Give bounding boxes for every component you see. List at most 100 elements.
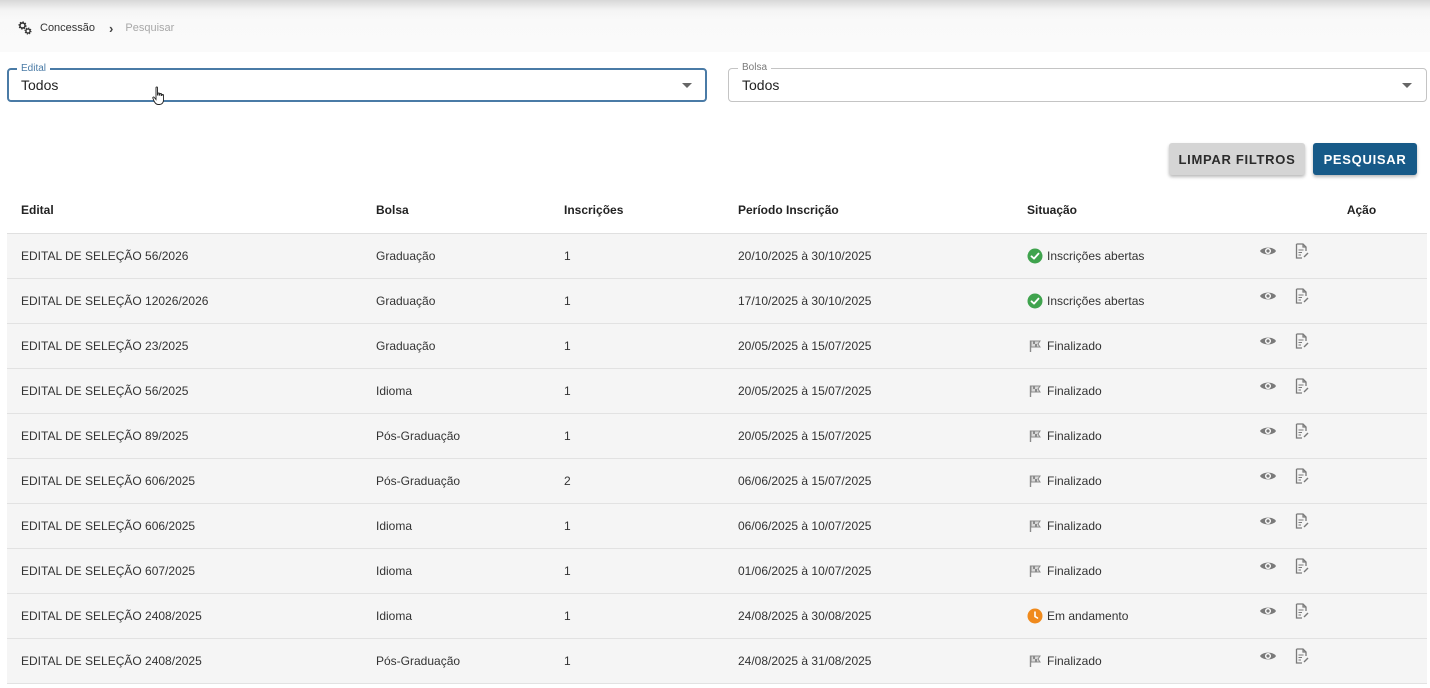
edit-document-icon[interactable] <box>1295 558 1309 574</box>
cell-situacao: Finalizado <box>1027 413 1246 459</box>
row-actions <box>1259 513 1309 529</box>
status-badge: Inscrições abertas <box>1027 293 1246 309</box>
column-header-situacao[interactable]: Situação <box>1027 186 1246 234</box>
edit-document-icon[interactable] <box>1295 378 1309 394</box>
flag-icon <box>1029 475 1041 487</box>
cell-acao <box>1246 638 1427 684</box>
breadcrumb: Concessão › Pesquisar <box>18 20 174 36</box>
table-row: EDITAL DE SELEÇÃO 89/2025 Pós-Graduação 1 2… <box>7 413 1427 459</box>
edit-document-icon[interactable] <box>1295 423 1309 439</box>
row-actions <box>1259 378 1309 394</box>
status-text: Em andamento <box>1047 609 1129 623</box>
clear-filters-button[interactable]: LIMPAR FILTROS <box>1169 143 1305 175</box>
caret-down-icon[interactable] <box>1402 83 1412 88</box>
flag-icon <box>1029 430 1041 442</box>
edit-document-icon[interactable] <box>1295 603 1309 619</box>
edital-select-label: Edital <box>17 63 51 75</box>
breadcrumb-item-concessao[interactable]: Concessão <box>40 22 95 34</box>
check-circle-icon <box>1027 248 1043 264</box>
cell-inscricoes: 1 <box>564 638 738 684</box>
cell-edital: EDITAL DE SELEÇÃO 89/2025 <box>7 413 376 459</box>
table-row: EDITAL DE SELEÇÃO 56/2026 Graduação 1 20/10… <box>7 233 1427 279</box>
table-row: EDITAL DE SELEÇÃO 12026/2026 Graduação 1 17… <box>7 278 1427 324</box>
status-text: Finalizado <box>1047 654 1102 668</box>
table-row: EDITAL DE SELEÇÃO 23/2025 Graduação 1 20/05… <box>7 323 1427 369</box>
cell-bolsa: Idioma <box>376 368 564 414</box>
cell-periodo: 17/10/2025 à 30/10/2025 <box>738 278 1027 324</box>
edit-document-icon[interactable] <box>1295 648 1309 664</box>
cell-situacao: Finalizado <box>1027 368 1246 414</box>
cell-inscricoes: 1 <box>564 593 738 639</box>
cell-periodo: 06/06/2025 à 15/07/2025 <box>738 458 1027 504</box>
row-actions <box>1259 288 1309 304</box>
cell-inscricoes: 1 <box>564 413 738 459</box>
cell-bolsa: Pós-Graduação <box>376 413 564 459</box>
view-eye-icon[interactable] <box>1259 289 1277 303</box>
column-header-edital[interactable]: Edital <box>7 186 376 234</box>
table-body: EDITAL DE SELEÇÃO 56/2026 Graduação 1 20/10… <box>7 233 1427 684</box>
status-text: Inscrições abertas <box>1047 249 1145 263</box>
table-row: EDITAL DE SELEÇÃO 2408/2025 Idioma 1 24/08/… <box>7 593 1427 639</box>
view-eye-icon[interactable] <box>1259 649 1277 663</box>
status-badge: Finalizado <box>1027 338 1246 354</box>
view-eye-icon[interactable] <box>1259 469 1277 483</box>
cell-periodo: 01/06/2025 à 10/07/2025 <box>738 548 1027 594</box>
edit-document-icon[interactable] <box>1295 468 1309 484</box>
cell-inscricoes: 1 <box>564 503 738 549</box>
view-eye-icon[interactable] <box>1259 334 1277 348</box>
column-header-bolsa[interactable]: Bolsa <box>376 186 564 234</box>
edit-document-icon[interactable] <box>1295 513 1309 529</box>
column-header-periodo[interactable]: Período Inscrição <box>738 186 1027 234</box>
cell-periodo: 24/08/2025 à 31/08/2025 <box>738 638 1027 684</box>
column-header-inscricoes[interactable]: Inscrições <box>564 186 738 234</box>
editais-table: Edital Bolsa Inscrições Período Inscriçã… <box>7 186 1427 684</box>
view-eye-icon[interactable] <box>1259 379 1277 393</box>
cell-edital: EDITAL DE SELEÇÃO 607/2025 <box>7 548 376 594</box>
cell-acao <box>1246 458 1427 504</box>
view-eye-icon[interactable] <box>1259 559 1277 573</box>
status-badge: Finalizado <box>1027 473 1246 489</box>
cell-edital: EDITAL DE SELEÇÃO 2408/2025 <box>7 593 376 639</box>
hand-pointer-cursor-icon <box>152 86 164 105</box>
cell-bolsa: Idioma <box>376 503 564 549</box>
cell-inscricoes: 1 <box>564 323 738 369</box>
cell-situacao: Finalizado <box>1027 638 1246 684</box>
cell-situacao: Finalizado <box>1027 458 1246 504</box>
cell-situacao: Inscrições abertas <box>1027 278 1246 324</box>
cell-periodo: 20/05/2025 à 15/07/2025 <box>738 368 1027 414</box>
status-text: Finalizado <box>1047 384 1102 398</box>
bolsa-select[interactable]: Bolsa Todos <box>728 62 1427 102</box>
cell-acao <box>1246 233 1427 279</box>
view-eye-icon[interactable] <box>1259 244 1277 258</box>
view-eye-icon[interactable] <box>1259 604 1277 618</box>
cell-periodo: 20/05/2025 à 15/07/2025 <box>738 323 1027 369</box>
edit-document-icon[interactable] <box>1295 333 1309 349</box>
view-eye-icon[interactable] <box>1259 514 1277 528</box>
caret-down-icon[interactable] <box>682 83 692 88</box>
status-badge: Finalizado <box>1027 383 1246 399</box>
status-badge: Finalizado <box>1027 518 1246 534</box>
row-actions <box>1259 333 1309 349</box>
status-text: Finalizado <box>1047 519 1102 533</box>
bolsa-select-label: Bolsa <box>738 62 772 74</box>
cell-periodo: 06/06/2025 à 10/07/2025 <box>738 503 1027 549</box>
search-button[interactable]: PESQUISAR <box>1313 143 1417 175</box>
table-header-row: Edital Bolsa Inscrições Período Inscriçã… <box>7 186 1427 234</box>
column-header-acao: Ação <box>1246 186 1427 234</box>
edital-select[interactable]: Edital Todos <box>7 63 707 102</box>
edit-document-icon[interactable] <box>1295 288 1309 304</box>
status-badge: Em andamento <box>1027 608 1246 624</box>
row-actions <box>1259 468 1309 484</box>
clock-icon <box>1027 608 1043 624</box>
view-eye-icon[interactable] <box>1259 424 1277 438</box>
status-text: Finalizado <box>1047 339 1102 353</box>
status-text: Inscrições abertas <box>1047 294 1145 308</box>
cell-bolsa: Pós-Graduação <box>376 458 564 504</box>
table-row: EDITAL DE SELEÇÃO 56/2025 Idioma 1 20/05/20… <box>7 368 1427 414</box>
flag-icon <box>1029 565 1041 577</box>
edit-document-icon[interactable] <box>1295 243 1309 259</box>
status-badge: Finalizado <box>1027 563 1246 579</box>
cell-periodo: 20/05/2025 à 15/07/2025 <box>738 413 1027 459</box>
cell-edital: EDITAL DE SELEÇÃO 606/2025 <box>7 503 376 549</box>
status-badge: Finalizado <box>1027 653 1246 669</box>
